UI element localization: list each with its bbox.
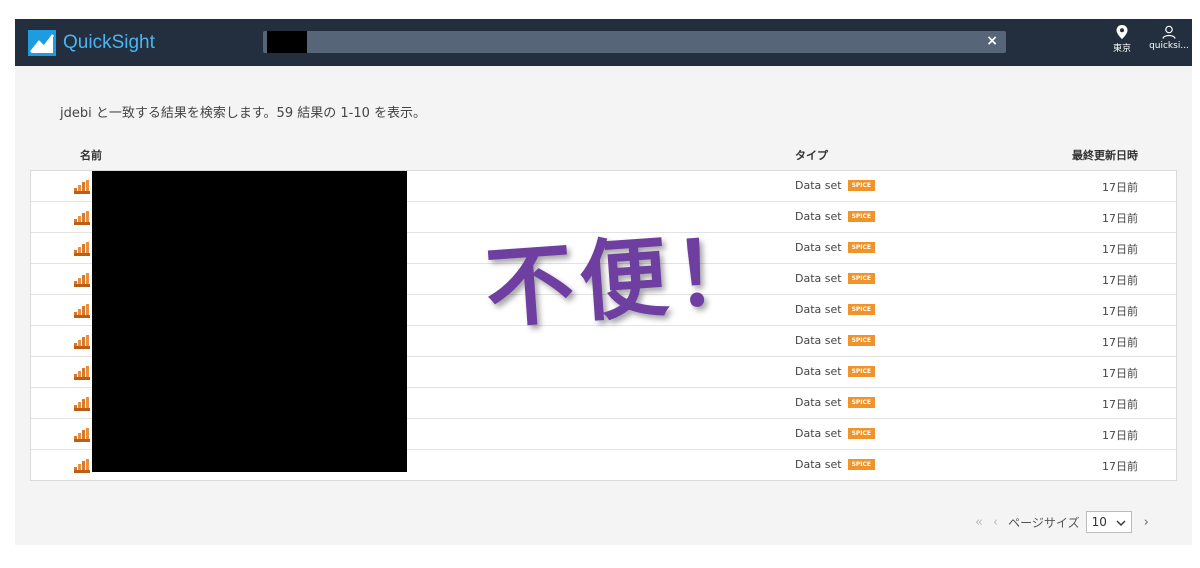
spice-badge: SPICE xyxy=(847,179,876,191)
user-icon xyxy=(1147,25,1191,41)
chevron-down-icon xyxy=(1116,515,1126,529)
dataset-icon xyxy=(74,396,90,411)
search-input[interactable]: × xyxy=(263,31,1006,53)
spice-badge: SPICE xyxy=(847,365,876,377)
dataset-icon xyxy=(74,179,90,194)
overlay-annotation: 不便！ xyxy=(482,218,771,341)
dataset-icon xyxy=(74,241,90,256)
redacted-names xyxy=(92,171,407,472)
row-type: Data set SPICE xyxy=(795,365,876,378)
row-type: Data set SPICE xyxy=(795,179,876,192)
pagination: « ‹ ページサイズ 10 › xyxy=(975,510,1149,534)
app-name: QuickSight xyxy=(63,32,155,53)
search-summary: jdebi と一致する結果を検索します。59 結果の 1-10 を表示。 xyxy=(60,106,427,121)
spice-badge: SPICE xyxy=(847,334,876,346)
dataset-icon xyxy=(74,458,90,473)
row-updated: 17日前 xyxy=(1102,243,1138,256)
row-updated: 17日前 xyxy=(1102,398,1138,411)
dataset-icon xyxy=(74,303,90,318)
row-type: Data set SPICE xyxy=(795,272,876,285)
redacted-search-text xyxy=(267,31,307,53)
page-size-value: 10 xyxy=(1091,515,1107,529)
clear-search-icon[interactable]: × xyxy=(986,33,998,49)
first-page-button[interactable]: « xyxy=(975,515,983,530)
quicksight-logo[interactable]: QuickSight xyxy=(28,29,155,57)
row-updated: 17日前 xyxy=(1102,336,1138,349)
row-type-label: Data set xyxy=(795,427,842,440)
spice-badge: SPICE xyxy=(847,210,876,222)
dataset-icon xyxy=(74,334,90,349)
row-type: Data set SPICE xyxy=(795,458,876,471)
row-type-label: Data set xyxy=(795,179,842,192)
column-header-type[interactable]: タイプ xyxy=(795,147,828,163)
page-size-label: ページサイズ xyxy=(1008,515,1080,530)
spice-badge: SPICE xyxy=(847,458,876,470)
column-header-updated[interactable]: 最終更新日時 xyxy=(1072,147,1138,163)
row-type-label: Data set xyxy=(795,365,842,378)
row-type: Data set SPICE xyxy=(795,303,876,316)
row-type: Data set SPICE xyxy=(795,396,876,409)
spice-badge: SPICE xyxy=(847,303,876,315)
row-type-label: Data set xyxy=(795,210,842,223)
row-updated: 17日前 xyxy=(1102,181,1138,194)
app-frame: QuickSight × 東京 quicksi... jdebi と一致する結果… xyxy=(15,19,1192,545)
spice-badge: SPICE xyxy=(847,241,876,253)
top-nav-bar: QuickSight × 東京 quicksi... xyxy=(15,19,1192,66)
row-type-label: Data set xyxy=(795,241,842,254)
row-type-label: Data set xyxy=(795,458,842,471)
row-type-label: Data set xyxy=(795,334,842,347)
dataset-icon xyxy=(74,272,90,287)
prev-page-button[interactable]: ‹ xyxy=(993,515,998,530)
row-updated: 17日前 xyxy=(1102,429,1138,442)
user-menu[interactable]: quicksi... xyxy=(1147,25,1191,51)
row-type-label: Data set xyxy=(795,303,842,316)
row-type: Data set SPICE xyxy=(795,210,876,223)
row-updated: 17日前 xyxy=(1102,305,1138,318)
row-updated: 17日前 xyxy=(1102,367,1138,380)
location-pin-icon xyxy=(1107,25,1137,41)
row-type: Data set SPICE xyxy=(795,334,876,347)
table-header: 名前 タイプ 最終更新日時 xyxy=(30,147,1177,165)
spice-badge: SPICE xyxy=(847,272,876,284)
row-updated: 17日前 xyxy=(1102,460,1138,473)
user-label: quicksi... xyxy=(1149,41,1189,51)
page-size-select[interactable]: 10 xyxy=(1085,511,1132,533)
quicksight-logo-icon xyxy=(28,30,56,56)
dataset-icon xyxy=(74,210,90,225)
row-updated: 17日前 xyxy=(1102,274,1138,287)
row-type: Data set SPICE xyxy=(795,241,876,254)
region-label: 東京 xyxy=(1112,44,1131,54)
spice-badge: SPICE xyxy=(847,396,876,408)
next-page-button[interactable]: › xyxy=(1144,515,1149,530)
row-updated: 17日前 xyxy=(1102,212,1138,225)
region-selector[interactable]: 東京 xyxy=(1107,25,1137,54)
spice-badge: SPICE xyxy=(847,427,876,439)
row-type-label: Data set xyxy=(795,396,842,409)
dataset-icon xyxy=(74,427,90,442)
column-header-name[interactable]: 名前 xyxy=(80,147,102,163)
row-type-label: Data set xyxy=(795,272,842,285)
row-type: Data set SPICE xyxy=(795,427,876,440)
dataset-icon xyxy=(74,365,90,380)
